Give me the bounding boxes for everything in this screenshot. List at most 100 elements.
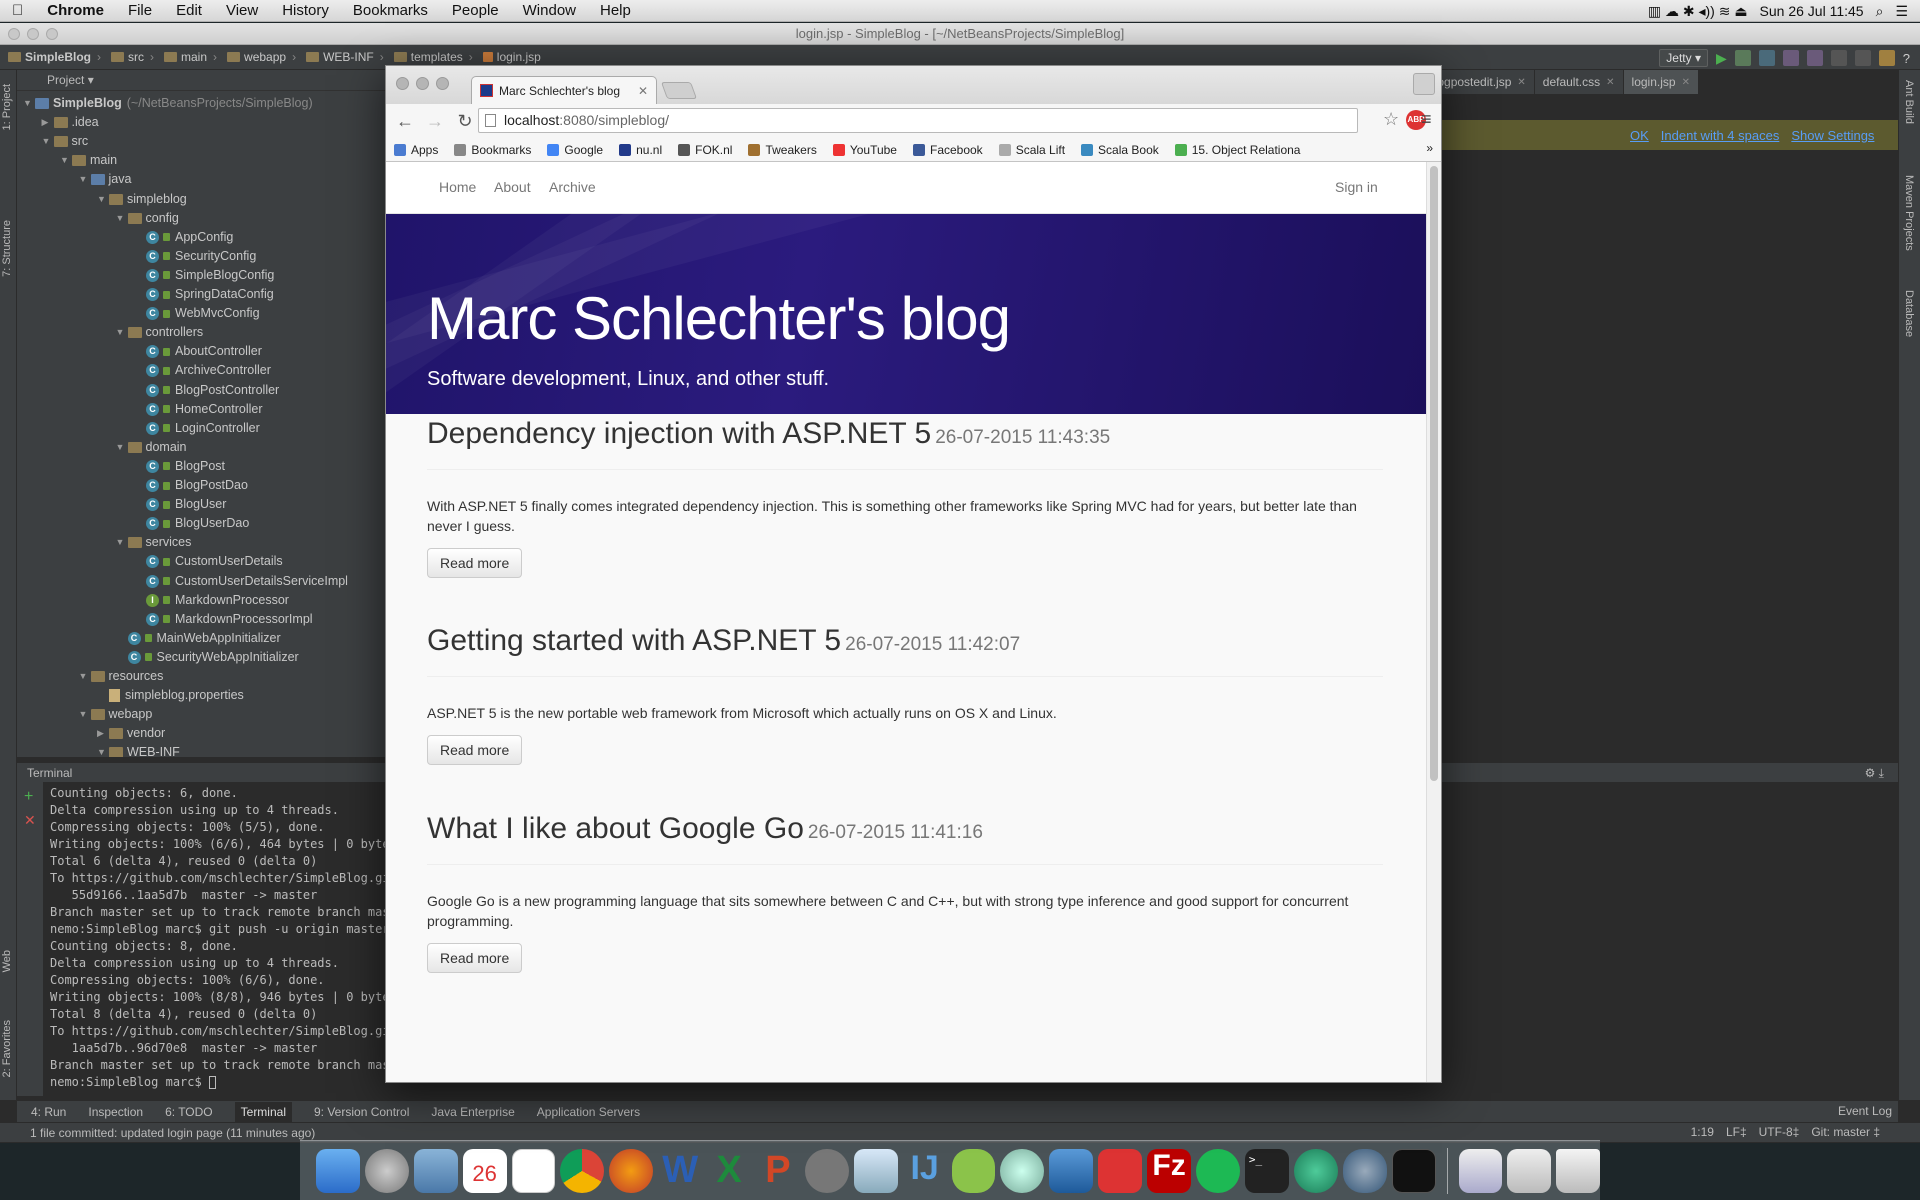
menubar-clock[interactable]: Sun 26 Jul 11:45: [1760, 3, 1864, 19]
file-encoding[interactable]: UTF-8‡: [1759, 1122, 1800, 1142]
tool-tab-vcs[interactable]: 9: Version Control: [314, 1105, 409, 1119]
scrollbar-thumb[interactable]: [1430, 166, 1438, 781]
crumb-src[interactable]: src: [111, 50, 154, 64]
tree-node[interactable]: ▼ main: [60, 151, 117, 170]
launchpad-icon[interactable]: [364, 1148, 409, 1193]
bookmark-item[interactable]: 15. Object Relationa: [1174, 143, 1300, 157]
bookmark-item[interactable]: Tweakers: [748, 143, 817, 157]
tree-node[interactable]: C BlogUserDao: [134, 514, 249, 533]
banner-indent-link[interactable]: Indent with 4 spaces: [1661, 128, 1780, 143]
tree-node[interactable]: ▶ .idea: [42, 113, 99, 132]
exec-icon[interactable]: [1391, 1148, 1436, 1193]
sourcetree-icon[interactable]: [1000, 1148, 1045, 1193]
expand-arrow-icon[interactable]: ▶: [42, 113, 54, 132]
tree-node[interactable]: ▶ vendor: [97, 724, 165, 743]
banner-settings-link[interactable]: Show Settings: [1791, 128, 1874, 143]
profile-icon[interactable]: [1758, 50, 1775, 66]
gimp-icon[interactable]: [804, 1148, 849, 1193]
tree-node[interactable]: ▼ resources: [79, 667, 164, 686]
close-session-icon[interactable]: ✕: [24, 812, 36, 829]
git-branch[interactable]: Git: master ‡: [1811, 1122, 1880, 1142]
revert-icon[interactable]: [1854, 50, 1871, 66]
reminders-icon[interactable]: [511, 1148, 556, 1193]
collapse-arrow-icon[interactable]: ▼: [79, 705, 91, 724]
tree-node[interactable]: C SimpleBlogConfig: [134, 266, 274, 285]
tree-node[interactable]: C LoginController: [134, 419, 260, 438]
nav-home-link[interactable]: Home: [439, 179, 476, 195]
minimize-icon[interactable]: [27, 28, 39, 40]
close-tab-icon[interactable]: ✕: [1517, 77, 1525, 88]
caret-position[interactable]: 1:19: [1691, 1122, 1714, 1142]
run-icon[interactable]: ▶: [1716, 50, 1727, 67]
profile-icon[interactable]: [1413, 73, 1435, 95]
event-log-tab[interactable]: Event Log: [1838, 1100, 1892, 1122]
mail-icon[interactable]: [413, 1148, 458, 1193]
tool-maven[interactable]: Maven Projects: [1903, 175, 1915, 251]
tree-node[interactable]: C AboutController: [134, 342, 262, 361]
status-icons[interactable]: ▥ ☁ ✱ ◂)) ≋ ⏏: [1648, 3, 1748, 20]
tree-node[interactable]: ▼ controllers: [116, 323, 204, 342]
word-icon[interactable]: W: [658, 1149, 702, 1193]
tool-tab-app-servers[interactable]: Application Servers: [537, 1105, 640, 1119]
collapse-arrow-icon[interactable]: ▼: [42, 132, 54, 151]
tree-node[interactable]: ▼ services: [116, 533, 192, 552]
line-separator[interactable]: LF‡: [1726, 1122, 1747, 1142]
bookmark-item[interactable]: Google: [547, 143, 603, 157]
vcs-update-icon[interactable]: [1782, 50, 1799, 66]
reload-icon[interactable]: ↻: [454, 111, 476, 132]
crumb-webinf[interactable]: WEB-INF: [306, 50, 384, 64]
atom-icon[interactable]: [1293, 1148, 1338, 1193]
post-title[interactable]: Getting started with ASP.NET 5: [427, 624, 841, 657]
collapse-arrow-icon[interactable]: ▼: [79, 667, 91, 686]
tool-ant-build[interactable]: Ant Build: [1903, 80, 1915, 124]
minimize-icon[interactable]: [416, 77, 429, 90]
tree-node[interactable]: C SecurityWebAppInitializer: [116, 648, 299, 667]
tree-node[interactable]: C HomeController: [134, 400, 263, 419]
terminal-icon[interactable]: >_: [1244, 1148, 1289, 1193]
intellij-icon[interactable]: IJ: [903, 1149, 947, 1193]
tree-node[interactable]: C SecurityConfig: [134, 247, 256, 266]
menu-help[interactable]: Help: [588, 2, 643, 19]
crumb-templates[interactable]: templates: [393, 50, 473, 64]
back-icon[interactable]: ←: [394, 111, 416, 132]
android-icon[interactable]: [951, 1148, 996, 1193]
tree-node[interactable]: C CustomUserDetailsServiceImpl: [134, 572, 348, 591]
powerpoint-icon[interactable]: P: [756, 1149, 800, 1193]
address-bar[interactable]: localhost:8080/simpleblog/: [478, 108, 1358, 133]
help-icon[interactable]: ?: [1903, 51, 1910, 66]
tool-favorites[interactable]: 2: Favorites: [1, 1020, 13, 1077]
tree-node[interactable]: C BlogPost: [134, 457, 225, 476]
tree-node[interactable]: C BlogPostDao: [134, 476, 248, 495]
tree-node[interactable]: simpleblog.properties: [97, 686, 244, 705]
tree-node[interactable]: ▼ domain: [116, 438, 187, 457]
collapse-arrow-icon[interactable]: ▼: [116, 209, 128, 228]
crumb-webapp[interactable]: webapp: [227, 50, 296, 64]
debug-icon[interactable]: [1734, 50, 1751, 66]
tool-tab-run[interactable]: 4: Run: [31, 1105, 66, 1119]
chrome-icon[interactable]: [560, 1148, 605, 1193]
gear-icon[interactable]: ⚙ ⤓: [1865, 763, 1884, 783]
tree-node[interactable]: C BlogUser: [134, 495, 226, 514]
run-config-select[interactable]: Jetty ▾: [1659, 49, 1708, 67]
firefox-icon[interactable]: [609, 1148, 654, 1193]
close-tab-icon[interactable]: ✕: [1682, 77, 1690, 88]
collapse-arrow-icon[interactable]: ▼: [97, 190, 109, 209]
tool-database[interactable]: Database: [1903, 290, 1915, 337]
close-icon[interactable]: [8, 28, 20, 40]
documents-stack-icon[interactable]: [1507, 1148, 1552, 1193]
tree-node[interactable]: C MainWebAppInitializer: [116, 629, 281, 648]
tool-tab-inspection[interactable]: Inspection: [88, 1105, 143, 1119]
close-tab-icon[interactable]: ✕: [1606, 77, 1614, 88]
collapse-arrow-icon[interactable]: ▼: [79, 170, 91, 189]
forward-icon[interactable]: →: [424, 111, 446, 132]
tree-node[interactable]: ▼ webapp: [79, 705, 153, 724]
menu-people[interactable]: People: [440, 2, 511, 19]
tool-project[interactable]: 1: Project: [1, 84, 13, 130]
tree-node[interactable]: C BlogPostController: [134, 381, 279, 400]
tool-tab-java-ee[interactable]: Java Enterprise: [431, 1105, 514, 1119]
downloads-stack-icon[interactable]: [1458, 1148, 1503, 1193]
notification-center-icon[interactable]: ☰: [1895, 3, 1908, 20]
bookmark-item[interactable]: Scala Book: [1081, 143, 1159, 157]
bookmark-item[interactable]: Apps: [394, 143, 438, 157]
tree-node[interactable]: C WebMvcConfig: [134, 304, 260, 323]
